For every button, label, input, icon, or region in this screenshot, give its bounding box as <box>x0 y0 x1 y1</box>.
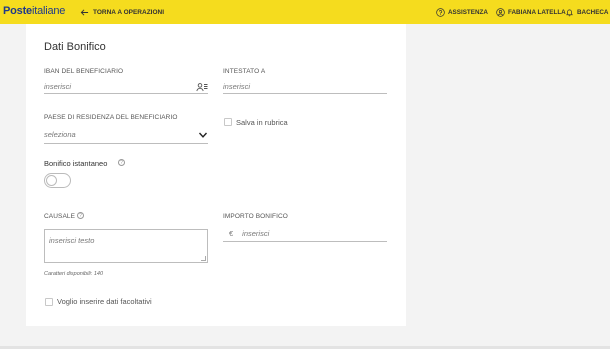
iban-field[interactable]: inserisci <box>44 80 208 94</box>
intestato-label: INTESTATO A <box>223 68 266 75</box>
intestato-field[interactable]: inserisci <box>223 80 387 94</box>
assistenza-link[interactable]: ASSISTENZA <box>436 5 488 19</box>
facoltativi-label: Voglio inserire dati facoltativi <box>57 297 152 306</box>
importo-label: IMPORTO BONIFICO <box>223 213 288 220</box>
user-menu[interactable]: FABIANA LATELLA <box>496 5 566 19</box>
toggle-knob <box>46 175 57 186</box>
resize-grip[interactable] <box>201 256 206 261</box>
importo-field[interactable]: € inserisci <box>223 226 387 242</box>
istantaneo-toggle[interactable] <box>44 173 71 188</box>
facoltativi-checkbox[interactable] <box>45 298 53 306</box>
user-icon <box>496 7 505 17</box>
back-to-operations-link[interactable]: TORNA A OPERAZIONI <box>80 4 164 20</box>
back-label: TORNA A OPERAZIONI <box>93 8 165 16</box>
caratteri-hint: Caratteri disponibili: 140 <box>44 271 104 277</box>
page-title: Dati Bonifico <box>44 41 106 53</box>
paese-selected-value: seleziona <box>44 130 76 139</box>
question-circle-icon[interactable]: ? <box>118 159 125 166</box>
causale-label: CAUSALE <box>44 213 76 220</box>
iban-placeholder: inserisci <box>44 82 72 91</box>
arrow-left-icon <box>80 8 89 16</box>
question-circle-icon[interactable]: ? <box>77 212 84 219</box>
bacheca-label: BACHECA <box>577 8 609 16</box>
bacheca-link[interactable]: BACHECA <box>565 5 609 19</box>
paese-select[interactable]: seleziona <box>44 126 208 144</box>
causale-placeholder: inserisci testo <box>49 236 95 245</box>
currency-symbol: € <box>229 229 234 238</box>
iban-label: IBAN DEL BENEFICIARIO <box>44 68 124 75</box>
contact-book-icon[interactable] <box>196 82 208 92</box>
importo-placeholder: inserisci <box>242 229 270 238</box>
user-name: FABIANA LATELLA <box>508 8 566 16</box>
salva-rubrica-label: Salva in rubrica <box>236 118 288 127</box>
causale-textarea[interactable]: inserisci testo <box>44 229 208 263</box>
poste-italiane-logo[interactable]: Posteitaliane <box>3 5 65 17</box>
istantaneo-label: Bonifico istantaneo <box>44 159 108 168</box>
chevron-down-icon <box>198 132 208 138</box>
salva-rubrica-checkbox[interactable] <box>224 118 232 126</box>
top-bar: Posteitaliane TORNA A OPERAZIONI ASSISTE… <box>0 0 610 24</box>
bell-icon <box>566 9 573 16</box>
paese-label: PAESE DI RESIDENZA DEL BENEFICIARIO <box>44 114 178 121</box>
assistenza-label: ASSISTENZA <box>448 8 488 16</box>
intestato-placeholder: inserisci <box>223 82 251 91</box>
help-circle-icon <box>436 7 445 17</box>
